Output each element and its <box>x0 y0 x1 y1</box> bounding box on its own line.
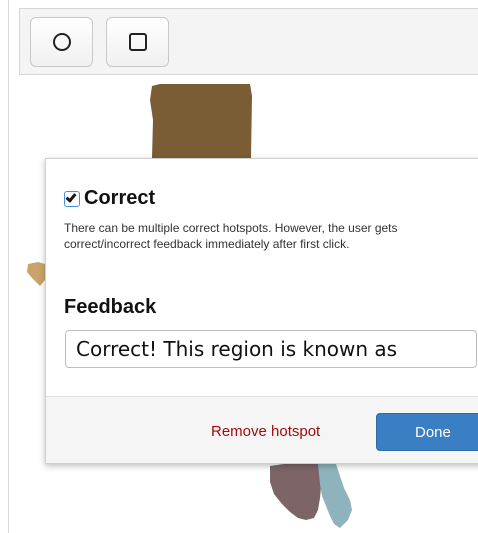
popover-body: Correct There can be multiple correct ho… <box>46 159 478 396</box>
feedback-label: Feedback <box>64 296 157 318</box>
map-region-top[interactable] <box>150 84 252 158</box>
correct-checkbox[interactable] <box>64 190 80 207</box>
done-button[interactable]: Done <box>376 413 478 451</box>
feedback-input[interactable] <box>65 330 477 368</box>
map-region-left[interactable] <box>27 262 45 286</box>
hotspot-popover: Correct There can be multiple correct ho… <box>45 158 478 464</box>
correct-checkbox-row[interactable]: Correct <box>64 187 155 210</box>
correct-label: Correct <box>84 187 156 209</box>
checkmark-icon <box>65 190 77 203</box>
map-region-bottom-left[interactable] <box>270 464 322 520</box>
correct-help-text: There can be multiple correct hotspots. … <box>64 221 398 251</box>
popover-footer: Remove hotspot Done <box>46 396 478 463</box>
remove-hotspot-link[interactable]: Remove hotspot <box>211 423 320 440</box>
map-region-bottom-right[interactable] <box>318 464 352 528</box>
